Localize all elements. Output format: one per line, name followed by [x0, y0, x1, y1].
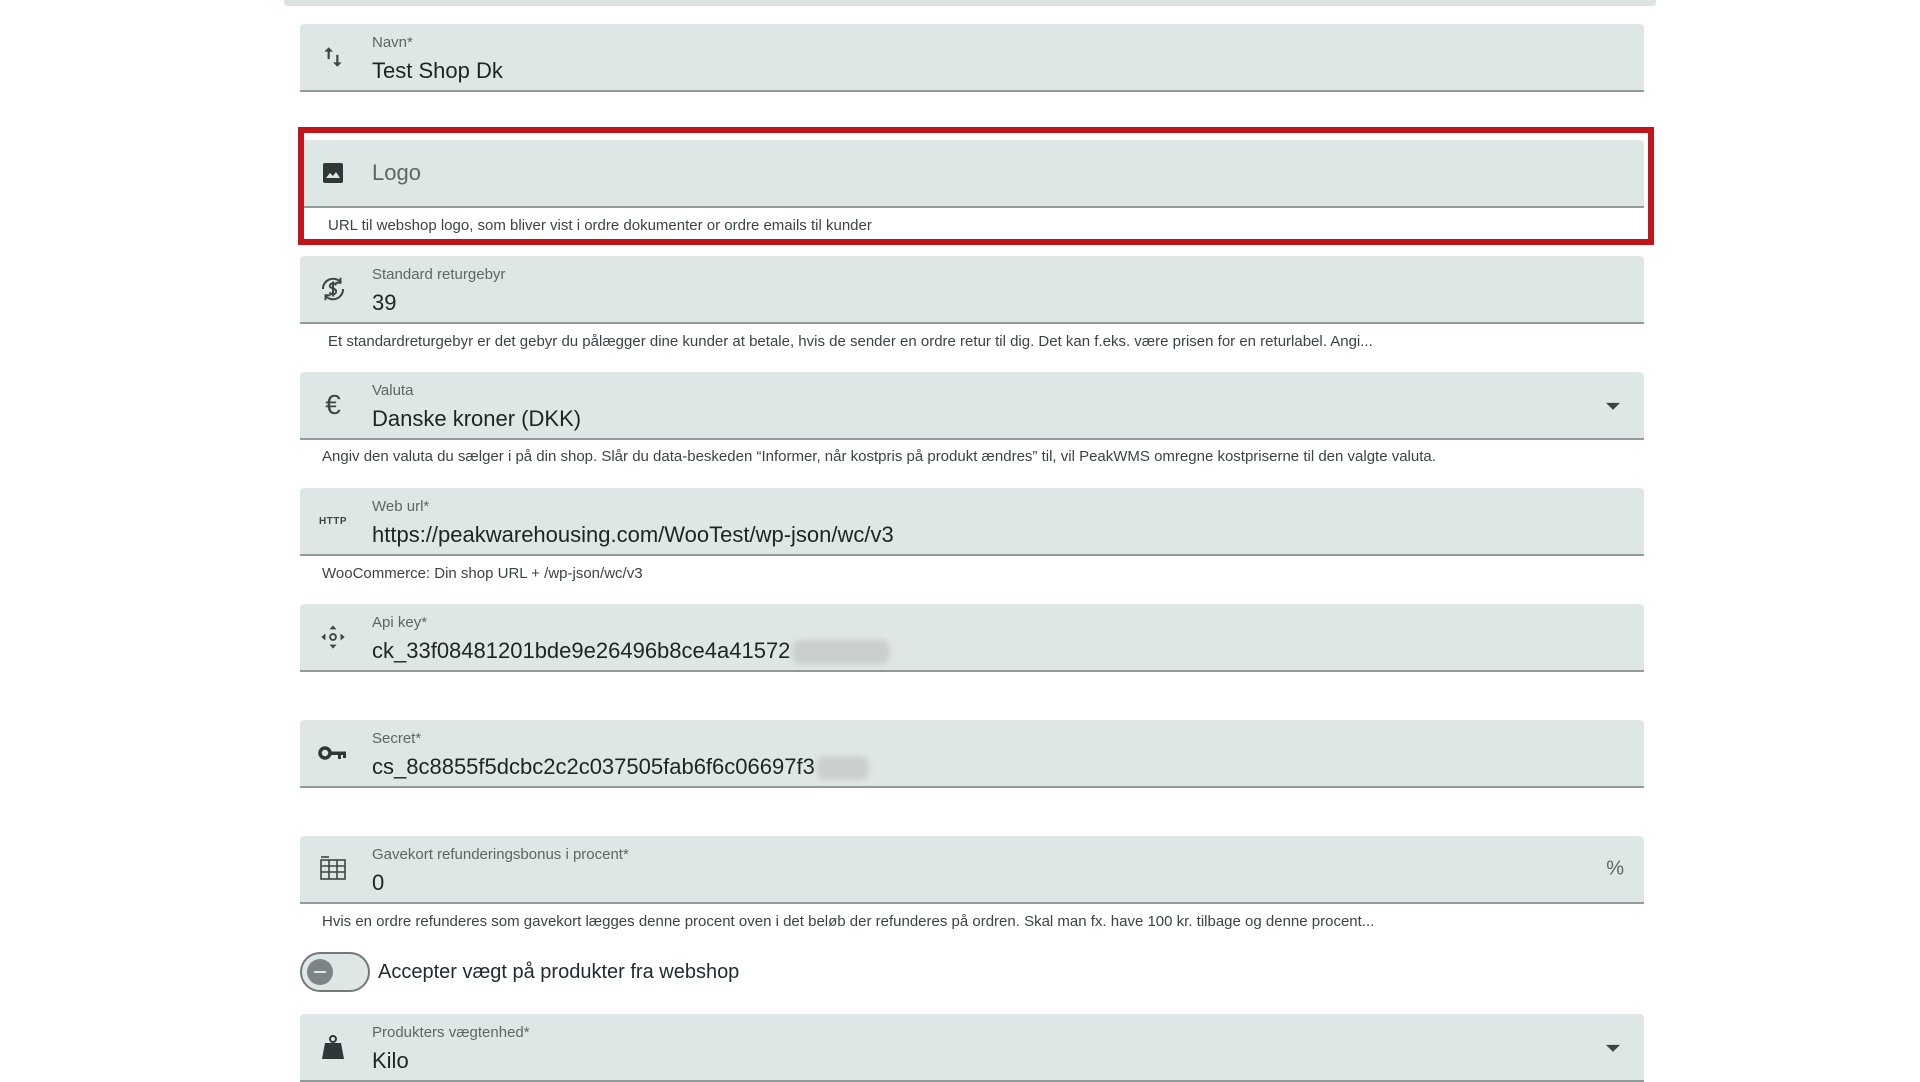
secret-value[interactable]: cs_8c8855f5dcbc2c2c037505fab6f6c06697f3 [372, 754, 869, 781]
euro-icon: € [325, 389, 341, 420]
web-url-value[interactable]: https://peakwarehousing.com/WooTest/wp-j… [372, 522, 894, 548]
gift-card-bonus-value[interactable]: 0 [372, 870, 384, 896]
return-fee-hint: Et standardreturgebyr er det gebyr du på… [328, 333, 1373, 350]
web-url-field[interactable]: HTTP Web url* https://peakwarehousing.co… [300, 488, 1644, 556]
accept-weight-label: Accepter vægt på produkter fra webshop [378, 960, 740, 983]
weight-unit-value: Kilo [372, 1048, 409, 1073]
weight-unit-select[interactable]: Produkters vægtenhed* Kilo [300, 1014, 1644, 1082]
return-fee-value[interactable]: 39 [372, 290, 396, 316]
accept-weight-row: Accepter vægt på produkter fra webshop [300, 950, 739, 994]
key-icon [318, 738, 348, 768]
move-icon [318, 622, 348, 652]
return-fee-field[interactable]: Standard returgebyr 39 [300, 256, 1644, 324]
gift-card-bonus-hint: Hvis en ordre refunderes som gavekort læ… [322, 913, 1375, 930]
name-field[interactable]: Navn* Test Shop Dk [300, 24, 1644, 92]
gift-card-bonus-field[interactable]: Gavekort refunderingsbonus i procent* 0 … [300, 836, 1644, 904]
swap-vertical-icon [318, 42, 348, 72]
api-key-field[interactable]: Api key* ck_33f08481201bde9e26496b8ce4a4… [300, 604, 1644, 672]
logo-placeholder: Logo [372, 160, 421, 185]
top-divider [284, 0, 1656, 6]
logo-hint: URL til webshop logo, som bliver vist i … [328, 217, 872, 234]
table-icon [318, 854, 348, 884]
api-key-value[interactable]: ck_33f08481201bde9e26496b8ce4a41572 [372, 638, 891, 665]
chevron-down-icon[interactable] [1606, 402, 1620, 410]
api-key-label: Api key* [372, 614, 428, 631]
currency-label: Valuta [372, 382, 414, 399]
image-icon [318, 158, 348, 188]
currency-value: Danske kroner (DKK) [372, 406, 582, 431]
http-icon: HTTP [318, 515, 348, 527]
weight-unit-label: Produkters vægtenhed* [372, 1024, 530, 1041]
web-url-hint: WooCommerce: Din shop URL + /wp-json/wc/… [322, 565, 643, 582]
currency-hint: Angiv den valuta du sælger i på din shop… [322, 448, 1436, 465]
secret-field[interactable]: Secret* cs_8c8855f5dcbc2c2c037505fab6f6c… [300, 720, 1644, 788]
web-url-label: Web url* [372, 498, 430, 515]
chevron-down-icon[interactable] [1606, 1044, 1620, 1052]
gift-card-bonus-label: Gavekort refunderingsbonus i procent* [372, 846, 629, 863]
redacted-blur [792, 640, 891, 665]
currency-exchange-icon [318, 274, 348, 304]
redacted-blur [816, 756, 869, 781]
return-fee-label: Standard returgebyr [372, 266, 506, 283]
logo-field[interactable]: Logo [300, 140, 1644, 208]
name-label: Navn* [372, 34, 413, 51]
name-value[interactable]: Test Shop Dk [372, 58, 503, 84]
weight-icon [318, 1032, 348, 1062]
currency-select[interactable]: € Valuta Danske kroner (DKK) [300, 372, 1644, 440]
secret-label: Secret* [372, 730, 422, 747]
percent-suffix: % [1606, 857, 1624, 880]
toggle-knob [307, 959, 333, 985]
accept-weight-toggle[interactable] [300, 952, 370, 992]
